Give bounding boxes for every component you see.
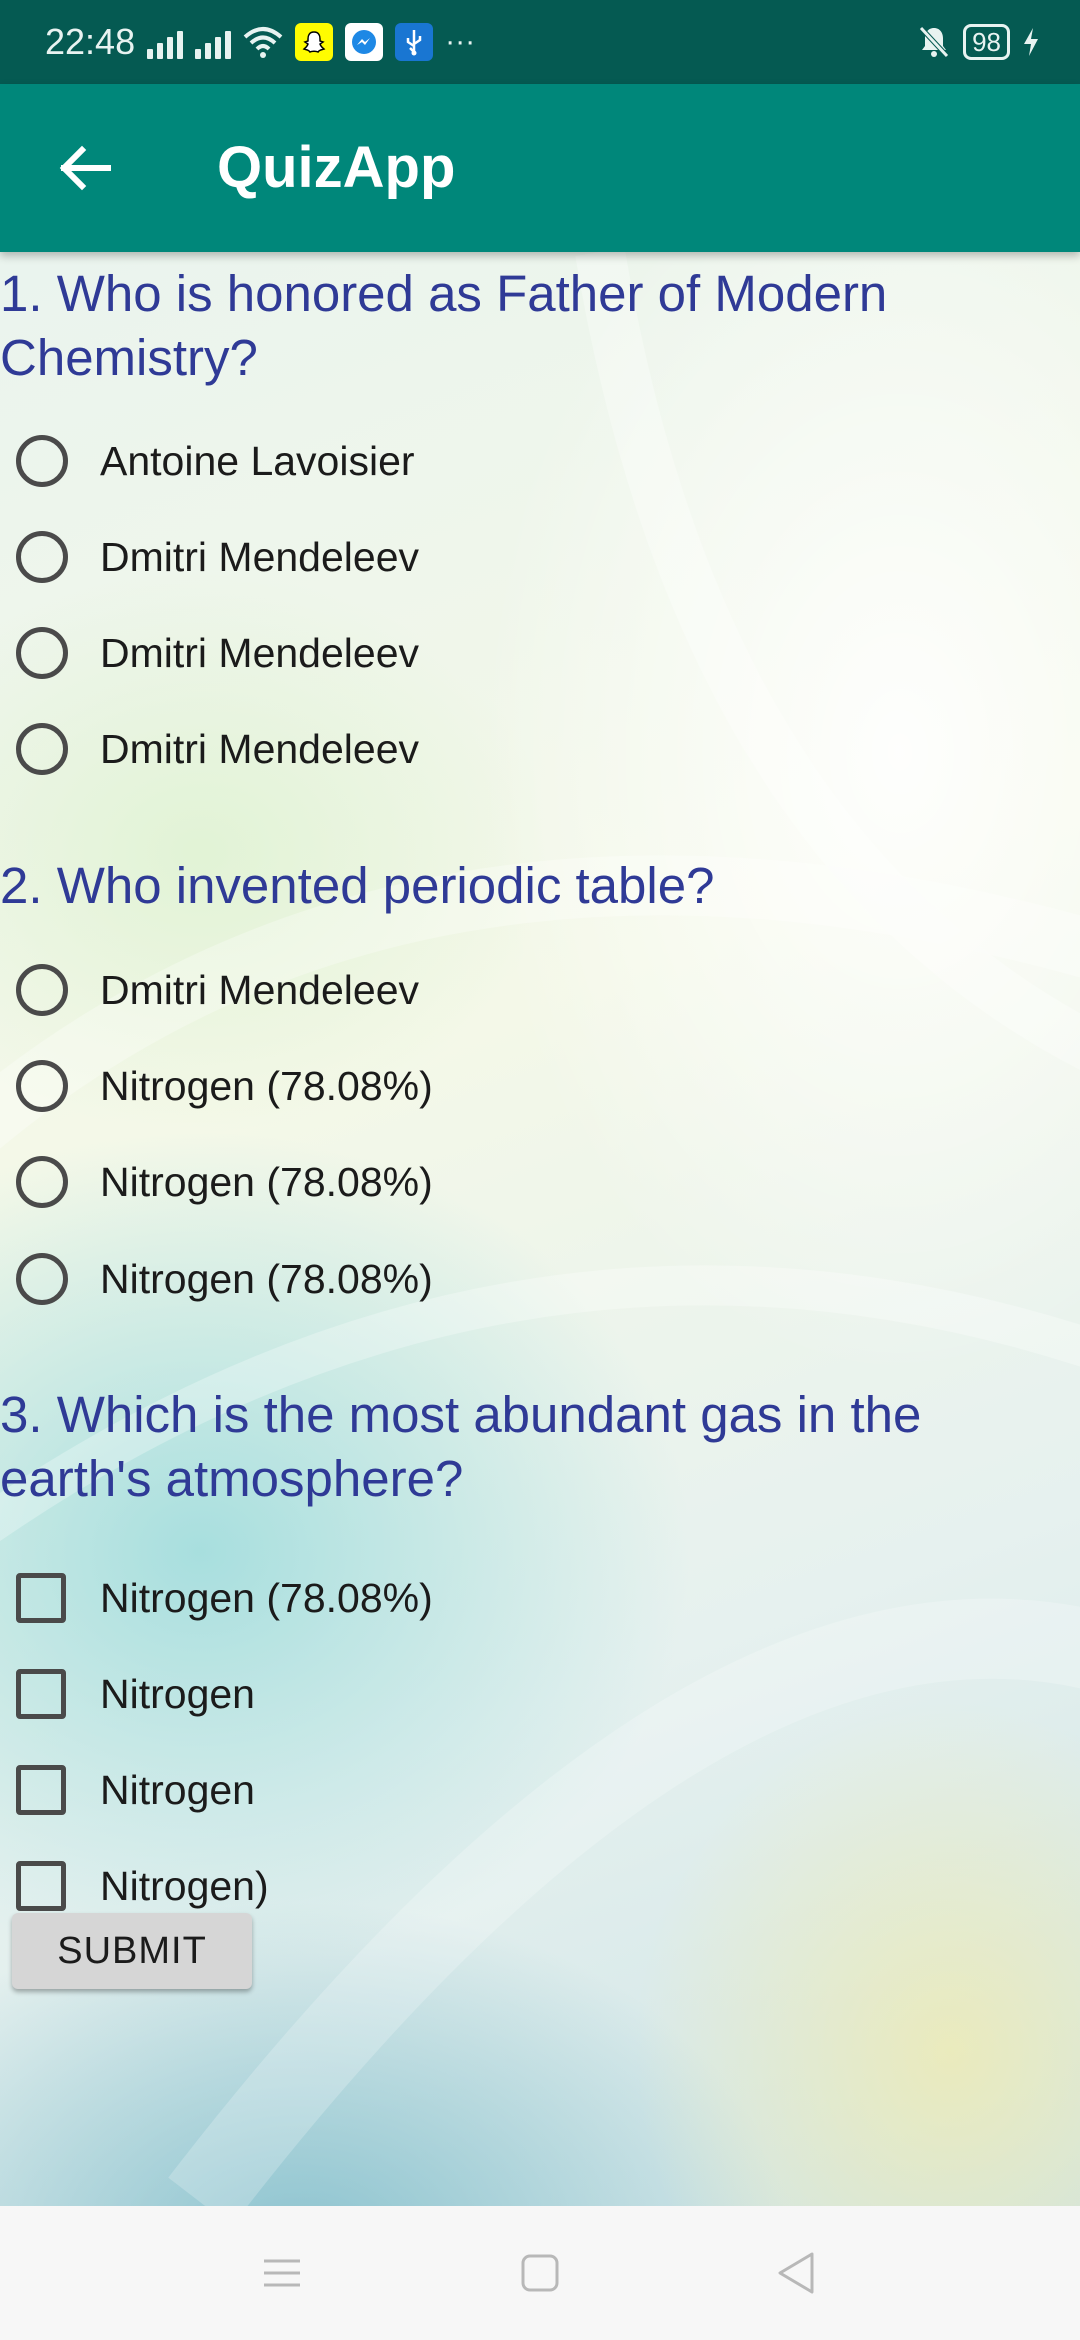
status-time: 22:48 — [45, 21, 136, 62]
option-label: Nitrogen) — [100, 1862, 269, 1909]
radio-button[interactable] — [16, 1253, 68, 1305]
wifi-icon — [243, 27, 283, 58]
question-1-option-3[interactable]: Dmitri Mendeleev — [16, 613, 419, 693]
radio-button[interactable] — [16, 723, 68, 775]
usb-icon — [395, 23, 434, 61]
back-triangle-icon — [778, 2252, 814, 2294]
back-button[interactable] — [40, 128, 130, 208]
home-button[interactable] — [505, 2238, 575, 2308]
menu-icon — [264, 2259, 300, 2287]
option-label: Nitrogen — [100, 1670, 255, 1717]
question-1-text: 1. Who is honored as Father of Modern Ch… — [0, 265, 888, 386]
option-label: Nitrogen (78.08%) — [100, 1062, 433, 1109]
option-label: Antoine Lavoisier — [100, 437, 415, 484]
signal-icon — [195, 25, 232, 59]
back-nav-button[interactable] — [761, 2238, 831, 2308]
status-bar: 22:48 ··· 98 — [0, 0, 1080, 84]
question-3-option-3[interactable]: Nitrogen — [16, 1750, 255, 1830]
arrow-back-icon — [59, 145, 111, 191]
option-label: Dmitri Mendeleev — [100, 966, 419, 1013]
battery-icon: 98 — [963, 24, 1010, 60]
charging-icon — [1024, 28, 1038, 56]
navigation-bar — [0, 2206, 1080, 2340]
checkbox[interactable] — [16, 1669, 66, 1719]
question-3-text: 3. Which is the most abundant gas in the… — [0, 1386, 922, 1507]
signal-icon — [147, 25, 184, 59]
question-2-option-1[interactable]: Dmitri Mendeleev — [16, 950, 419, 1030]
question-2-text: 2. Who invented periodic table? — [0, 857, 715, 914]
home-icon — [521, 2254, 559, 2292]
radio-button[interactable] — [16, 531, 68, 583]
battery-level: 98 — [972, 27, 1001, 57]
question-3-option-1[interactable]: Nitrogen (78.08%) — [16, 1558, 433, 1638]
more-notifications-indicator: ··· — [445, 25, 476, 58]
radio-button[interactable] — [16, 435, 68, 487]
option-label: Nitrogen (78.08%) — [100, 1255, 433, 1302]
submit-button[interactable]: SUBMIT — [12, 1913, 252, 1989]
menu-button[interactable] — [247, 2238, 317, 2308]
question-1-option-1[interactable]: Antoine Lavoisier — [16, 421, 415, 501]
radio-button[interactable] — [16, 627, 68, 679]
radio-button[interactable] — [16, 964, 68, 1016]
question-1-option-2[interactable]: Dmitri Mendeleev — [16, 517, 419, 597]
question-2-option-2[interactable]: Nitrogen (78.08%) — [16, 1046, 433, 1126]
radio-button[interactable] — [16, 1060, 68, 1112]
option-label: Nitrogen (78.08%) — [100, 1574, 433, 1621]
question-1-option-4[interactable]: Dmitri Mendeleev — [16, 709, 419, 789]
question-2-option-4[interactable]: Nitrogen (78.08%) — [16, 1239, 433, 1319]
app-bar: QuizApp — [0, 84, 1080, 252]
radio-button[interactable] — [16, 1156, 68, 1208]
option-label: Nitrogen — [100, 1766, 255, 1813]
option-label: Dmitri Mendeleev — [100, 725, 419, 772]
checkbox[interactable] — [16, 1765, 66, 1815]
option-label: Dmitri Mendeleev — [100, 533, 419, 580]
app-title: QuizApp — [217, 135, 456, 200]
snapchat-icon — [295, 23, 334, 61]
checkbox[interactable] — [16, 1861, 66, 1911]
checkbox[interactable] — [16, 1573, 66, 1623]
option-label: Dmitri Mendeleev — [100, 629, 419, 676]
option-label: Nitrogen (78.08%) — [100, 1158, 433, 1205]
question-2-option-3[interactable]: Nitrogen (78.08%) — [16, 1142, 433, 1222]
notifications-off-icon — [919, 26, 949, 58]
question-3-option-2[interactable]: Nitrogen — [16, 1654, 255, 1734]
messenger-icon — [345, 23, 384, 61]
